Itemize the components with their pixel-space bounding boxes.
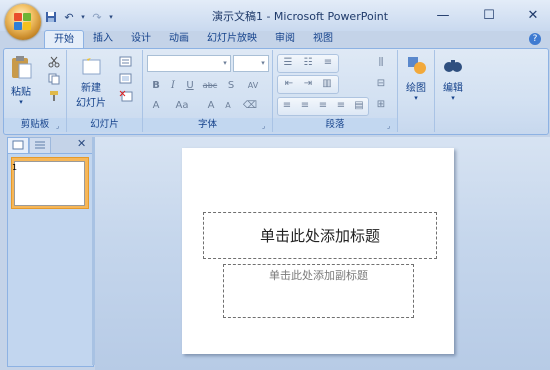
tab-insert[interactable]: 插入	[84, 30, 122, 48]
minimize-button[interactable]: —	[432, 6, 454, 24]
list-buttons: ☰ ☷ ≡	[277, 54, 339, 73]
drawing-label: 绘图	[406, 83, 426, 94]
tab-home[interactable]: 开始	[44, 30, 84, 49]
new-slide-label-1: 新建	[81, 83, 101, 94]
undo-dropdown-icon[interactable]: ▾	[80, 10, 86, 24]
change-case-button[interactable]: Aa	[173, 98, 191, 113]
tab-review[interactable]: 审阅	[266, 30, 304, 48]
slides-group: 新建 幻灯片 幻灯片	[67, 50, 143, 132]
justify-icon[interactable]: ≡	[333, 98, 349, 113]
strikethrough-button[interactable]: abc	[200, 78, 220, 93]
chevron-down-icon: ▾	[223, 59, 227, 67]
new-slide-button[interactable]: 新建 幻灯片	[71, 54, 111, 109]
paste-label: 粘贴	[11, 87, 31, 98]
editing-button[interactable]: 编辑 ▾	[437, 54, 469, 102]
smartart-icon[interactable]: ⊞	[373, 97, 389, 112]
paste-button[interactable]: 粘贴 ▾	[8, 54, 34, 106]
paste-icon	[12, 56, 32, 79]
shrink-font-button[interactable]: A	[220, 98, 236, 113]
customize-qat-icon[interactable]: ▾	[108, 10, 114, 24]
distribute-icon[interactable]: ▤	[351, 98, 367, 113]
align-center-icon[interactable]: ≡	[297, 98, 313, 113]
tab-animations[interactable]: 动画	[160, 30, 198, 48]
font-group: ▾ ▾ B I U abc S AV A Aa A A ⌫ 字体 ⌟	[143, 50, 273, 132]
office-logo-icon	[14, 13, 32, 31]
panel-tabs: ✕	[7, 137, 92, 153]
paragraph-group: ☰ ☷ ≡ ⇤ ⇥ ▥ ≡ ≡ ≡ ≡ ▤ ⫼ ⊟ ⊞ 段落 ⌟	[273, 50, 398, 132]
font-family-combo[interactable]: ▾	[147, 55, 231, 72]
undo-icon[interactable]: ↶	[62, 10, 76, 24]
align-text-icon[interactable]: ⊟	[373, 76, 389, 91]
close-button[interactable]: ✕	[522, 6, 544, 24]
drawing-button[interactable]: 绘图 ▾	[400, 54, 432, 102]
editing-group: 编辑 ▾	[435, 50, 471, 132]
save-icon[interactable]	[44, 10, 58, 24]
italic-button[interactable]: I	[165, 78, 181, 93]
clear-format-icon[interactable]: ⌫	[241, 98, 259, 113]
underline-button[interactable]: U	[182, 78, 198, 93]
line-spacing-icon[interactable]: ≡	[320, 55, 336, 70]
new-slide-label-2: 幻灯片	[76, 98, 106, 109]
drawing-group: 绘图 ▾	[398, 50, 435, 132]
numbering-icon[interactable]: ☷	[300, 55, 316, 70]
text-direction-icon[interactable]: ⫼	[373, 55, 389, 70]
font-size-combo[interactable]: ▾	[233, 55, 269, 72]
alignment-buttons: ≡ ≡ ≡ ≡ ▤	[277, 97, 369, 116]
font-group-label: 字体	[143, 118, 272, 132]
reset-icon[interactable]	[119, 73, 133, 85]
align-left-icon[interactable]: ≡	[279, 98, 295, 113]
grow-font-button[interactable]: A	[203, 98, 219, 113]
increase-indent-icon[interactable]: ⇥	[300, 76, 316, 91]
paragraph-launcher-icon[interactable]: ⌟	[387, 122, 395, 130]
bold-button[interactable]: B	[148, 78, 164, 93]
quick-access-toolbar: ↶ ▾ ↷ ▾	[44, 9, 114, 25]
window-title: 演示文稿1 - Microsoft PowerPoint	[211, 10, 389, 23]
close-pane-icon[interactable]: ✕	[77, 137, 91, 151]
layout-icon[interactable]	[119, 56, 133, 68]
tab-view[interactable]: 视图	[304, 30, 342, 48]
ribbon-tabs: 开始 插入 设计 动画 幻灯片放映 审阅 视图	[44, 30, 342, 49]
columns-icon[interactable]: ▥	[319, 76, 335, 91]
delete-slide-icon[interactable]	[119, 90, 133, 102]
shadow-button[interactable]: S	[223, 78, 239, 93]
slides-group-label: 幻灯片	[67, 118, 142, 132]
office-button[interactable]	[5, 4, 41, 40]
maximize-button[interactable]: ☐	[478, 6, 500, 24]
shapes-icon	[408, 57, 426, 74]
font-launcher-icon[interactable]: ⌟	[262, 122, 270, 130]
new-slide-icon	[82, 55, 101, 75]
title-placeholder[interactable]: 单击此处添加标题	[203, 212, 437, 259]
tab-slideshow[interactable]: 幻灯片放映	[198, 30, 266, 48]
outline-tab-icon[interactable]	[29, 137, 51, 153]
slides-tab-icon[interactable]	[7, 137, 29, 153]
slide-number: 1	[12, 163, 18, 172]
redo-icon[interactable]: ↷	[90, 10, 104, 24]
help-icon[interactable]: ?	[529, 33, 541, 45]
bullets-icon[interactable]: ☰	[280, 55, 296, 70]
clipboard-group: 粘贴 ▾ 剪贴板 ⌟	[4, 50, 67, 132]
ribbon: 粘贴 ▾ 剪贴板 ⌟ 新建 幻灯片 幻灯片 ▾ ▾ B I U abc S AV…	[3, 48, 549, 135]
cut-icon[interactable]	[48, 56, 62, 68]
character-spacing-button[interactable]: AV	[243, 78, 263, 93]
chevron-down-icon: ▾	[261, 59, 265, 67]
subtitle-placeholder[interactable]: 单击此处添加副标题	[223, 264, 414, 318]
align-right-icon[interactable]: ≡	[315, 98, 331, 113]
format-painter-icon[interactable]	[48, 90, 62, 102]
tab-design[interactable]: 设计	[122, 30, 160, 48]
copy-icon[interactable]	[48, 73, 62, 85]
font-color-button[interactable]: A	[148, 98, 164, 113]
decrease-indent-icon[interactable]: ⇤	[281, 76, 297, 91]
editing-label: 编辑	[443, 83, 463, 94]
paragraph-group-label: 段落	[273, 118, 397, 132]
slide-thumbnail-preview[interactable]	[14, 161, 85, 206]
indent-buttons: ⇤ ⇥ ▥	[277, 75, 339, 94]
clipboard-launcher-icon[interactable]: ⌟	[56, 122, 64, 130]
binoculars-icon	[444, 60, 462, 72]
